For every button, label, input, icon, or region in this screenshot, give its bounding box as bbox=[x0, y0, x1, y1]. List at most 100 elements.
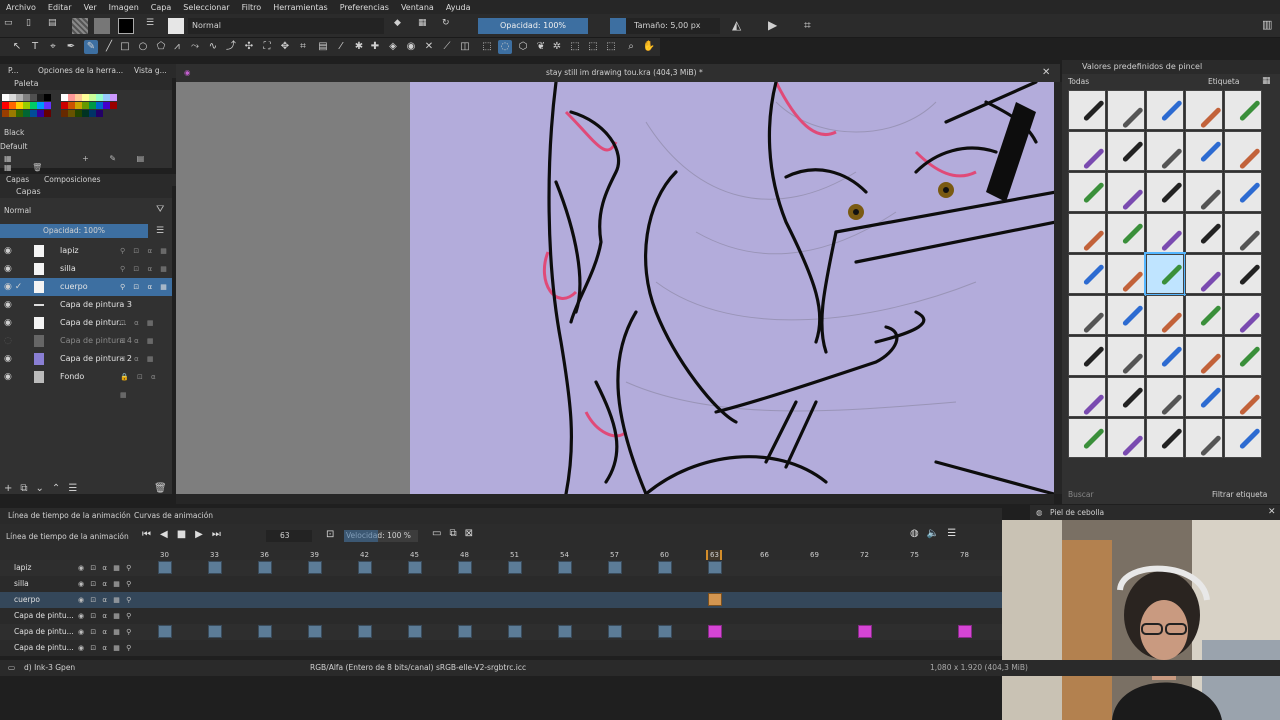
keyframe[interactable] bbox=[208, 625, 222, 638]
layer-property-icons[interactable]: ⚲ ⊡ α ▦ bbox=[120, 242, 170, 260]
add-frame-icon[interactable]: ▭ bbox=[432, 528, 449, 539]
timeline-layer-icons[interactable]: ◉ ⊡ α ▦ ⚲ bbox=[78, 560, 133, 576]
polygon-tool-icon[interactable]: ⬠ bbox=[154, 40, 168, 54]
freehand-path-tool-icon[interactable]: ∿ bbox=[206, 40, 220, 54]
keyframe[interactable] bbox=[608, 625, 622, 638]
remove-frame-icon[interactable]: ⊠ bbox=[465, 528, 481, 539]
pan-tool-icon[interactable]: ✋ bbox=[642, 40, 656, 54]
ellipse-tool-icon[interactable]: ○ bbox=[136, 40, 150, 54]
colorize-mask-tool-icon[interactable]: ✱ bbox=[352, 40, 366, 54]
color-swatch[interactable] bbox=[37, 102, 44, 109]
drop-frames-icon[interactable]: ⊡ bbox=[326, 529, 334, 540]
assistant-tool-icon[interactable]: ✕ bbox=[422, 40, 436, 54]
color-swatch[interactable] bbox=[75, 94, 82, 101]
brush-preset-tile[interactable] bbox=[1224, 131, 1262, 171]
color-swatch[interactable] bbox=[96, 102, 103, 109]
brush-preset-tile[interactable] bbox=[1107, 336, 1145, 376]
keyframe[interactable] bbox=[258, 625, 272, 638]
tab-animation-timeline[interactable]: Línea de tiempo de la animación bbox=[8, 508, 131, 524]
color-swatch[interactable] bbox=[61, 94, 68, 101]
eraser-mode-icon[interactable]: ◆ bbox=[394, 18, 401, 28]
keyframe[interactable] bbox=[558, 625, 572, 638]
brush-search-input[interactable]: Buscar bbox=[1068, 490, 1094, 499]
keyframe[interactable] bbox=[208, 561, 222, 574]
menu-capa[interactable]: Capa bbox=[145, 3, 177, 12]
timeline-layer-icons[interactable]: ◉ ⊡ α ▦ ⚲ bbox=[78, 592, 133, 608]
duplicate-layer-icon[interactable]: ⧉ bbox=[20, 483, 35, 494]
brush-view-grid-icon[interactable]: ▦ bbox=[1262, 76, 1271, 86]
wrap-around-icon[interactable]: ⌗ bbox=[804, 18, 811, 33]
color-swatch[interactable] bbox=[82, 102, 89, 109]
color-swatch[interactable] bbox=[23, 110, 30, 117]
brush-preset-tile[interactable] bbox=[1185, 90, 1223, 130]
tab-overview[interactable]: Vista g... bbox=[134, 64, 167, 78]
visibility-eye-icon[interactable]: ◉ bbox=[4, 368, 12, 386]
brush-preset-tile[interactable] bbox=[1185, 336, 1223, 376]
keyframe[interactable] bbox=[608, 561, 622, 574]
brush-preset-tile[interactable] bbox=[1224, 377, 1262, 417]
color-swatch[interactable] bbox=[44, 110, 51, 117]
brush-preset-tile[interactable] bbox=[1068, 418, 1106, 458]
keyframe[interactable] bbox=[358, 625, 372, 638]
onion-skin-icon[interactable]: ◍ bbox=[910, 528, 927, 539]
keyframe[interactable] bbox=[258, 561, 272, 574]
brush-preset-tile[interactable] bbox=[1224, 254, 1262, 294]
brush-preset-tile[interactable] bbox=[1224, 418, 1262, 458]
open-document-icon[interactable]: ▯ bbox=[26, 18, 31, 28]
color-swatch[interactable] bbox=[2, 102, 9, 109]
keyframe[interactable] bbox=[308, 625, 322, 638]
pattern-icon[interactable] bbox=[94, 18, 110, 34]
rectangular-selection-icon[interactable]: ⬚ bbox=[480, 40, 494, 54]
color-swatch[interactable] bbox=[44, 94, 51, 101]
workspace-icon[interactable]: ▥ bbox=[1262, 18, 1272, 31]
reference-images-tool-icon[interactable]: ◫ bbox=[458, 40, 472, 54]
brush-preset-tile[interactable] bbox=[1146, 90, 1184, 130]
brush-preset-tile[interactable] bbox=[1107, 295, 1145, 335]
next-frame-icon[interactable]: ⏭ bbox=[212, 529, 230, 540]
brush-preset-tile[interactable] bbox=[1068, 90, 1106, 130]
keyframe[interactable] bbox=[658, 561, 672, 574]
tab-compositions[interactable]: Composiciones bbox=[44, 174, 101, 186]
brush-preset-tile[interactable] bbox=[1068, 131, 1106, 171]
brush-preset-tile[interactable] bbox=[1224, 295, 1262, 335]
brush-preset-tile[interactable] bbox=[1224, 172, 1262, 212]
timeline-layer-row[interactable]: Capa de pintu... ◉ ⊡ α ▦ ⚲ bbox=[0, 608, 1002, 624]
menu-ventana[interactable]: Ventana bbox=[395, 3, 440, 12]
delete-swatch-icon[interactable]: 🗑 bbox=[32, 163, 51, 172]
keyframe[interactable] bbox=[408, 625, 422, 638]
visibility-eye-icon[interactable]: ◉ bbox=[4, 260, 12, 278]
transform-tool-icon[interactable]: ⛶ bbox=[260, 40, 274, 54]
layer-property-icons[interactable]: ⊡ α ▦ bbox=[120, 332, 157, 350]
brush-preset-tile[interactable] bbox=[1068, 377, 1106, 417]
zoom-tool-icon[interactable]: ⌕ bbox=[624, 40, 638, 54]
polyline-tool-icon[interactable]: ⩘ bbox=[170, 40, 184, 54]
menu-herramientas[interactable]: Herramientas bbox=[267, 3, 334, 12]
play-icon[interactable]: ▶ bbox=[195, 529, 212, 540]
menu-archivo[interactable]: Archivo bbox=[0, 3, 42, 12]
keyframe[interactable] bbox=[358, 561, 372, 574]
edit-swatch-icon[interactable]: ✎ bbox=[109, 154, 125, 163]
color-swatch[interactable] bbox=[16, 110, 23, 117]
keyframe[interactable] bbox=[458, 561, 472, 574]
keyframe[interactable] bbox=[708, 593, 722, 606]
layer-row[interactable]: ◉ Capa de pintur... ⊡ α ▦ bbox=[0, 314, 172, 332]
menu-preferencias[interactable]: Preferencias bbox=[334, 3, 395, 12]
add-layer-icon[interactable]: + bbox=[4, 483, 20, 494]
layer-row[interactable]: ◉ Capa de pintura 3 bbox=[0, 296, 172, 314]
color-swatch[interactable] bbox=[89, 110, 96, 117]
first-frame-icon[interactable]: ⏮ bbox=[142, 529, 160, 540]
keyframe[interactable] bbox=[508, 561, 522, 574]
color-swatch[interactable] bbox=[82, 110, 89, 117]
menu-editar[interactable]: Editar bbox=[42, 3, 78, 12]
grid-palette-icon[interactable]: ▦ bbox=[4, 163, 21, 172]
visibility-eye-icon[interactable]: ◉ bbox=[4, 296, 12, 314]
close-onion-skin-icon[interactable]: ✕ bbox=[1268, 505, 1276, 520]
brush-preset-tile[interactable] bbox=[1185, 377, 1223, 417]
gradient-tool-icon[interactable]: ▤ bbox=[316, 40, 330, 54]
keyframe[interactable] bbox=[708, 561, 722, 574]
layer-row-selected[interactable]: ◉ ✓ cuerpo ⚲ ⊡ α ▦ bbox=[0, 278, 172, 296]
brush-preset-tile[interactable] bbox=[1144, 252, 1186, 296]
audio-icon[interactable]: 🔈 bbox=[927, 528, 947, 539]
smart-patch-tool-icon[interactable]: ✚ bbox=[368, 40, 382, 54]
horizontal-scrollbar[interactable] bbox=[176, 494, 1054, 504]
